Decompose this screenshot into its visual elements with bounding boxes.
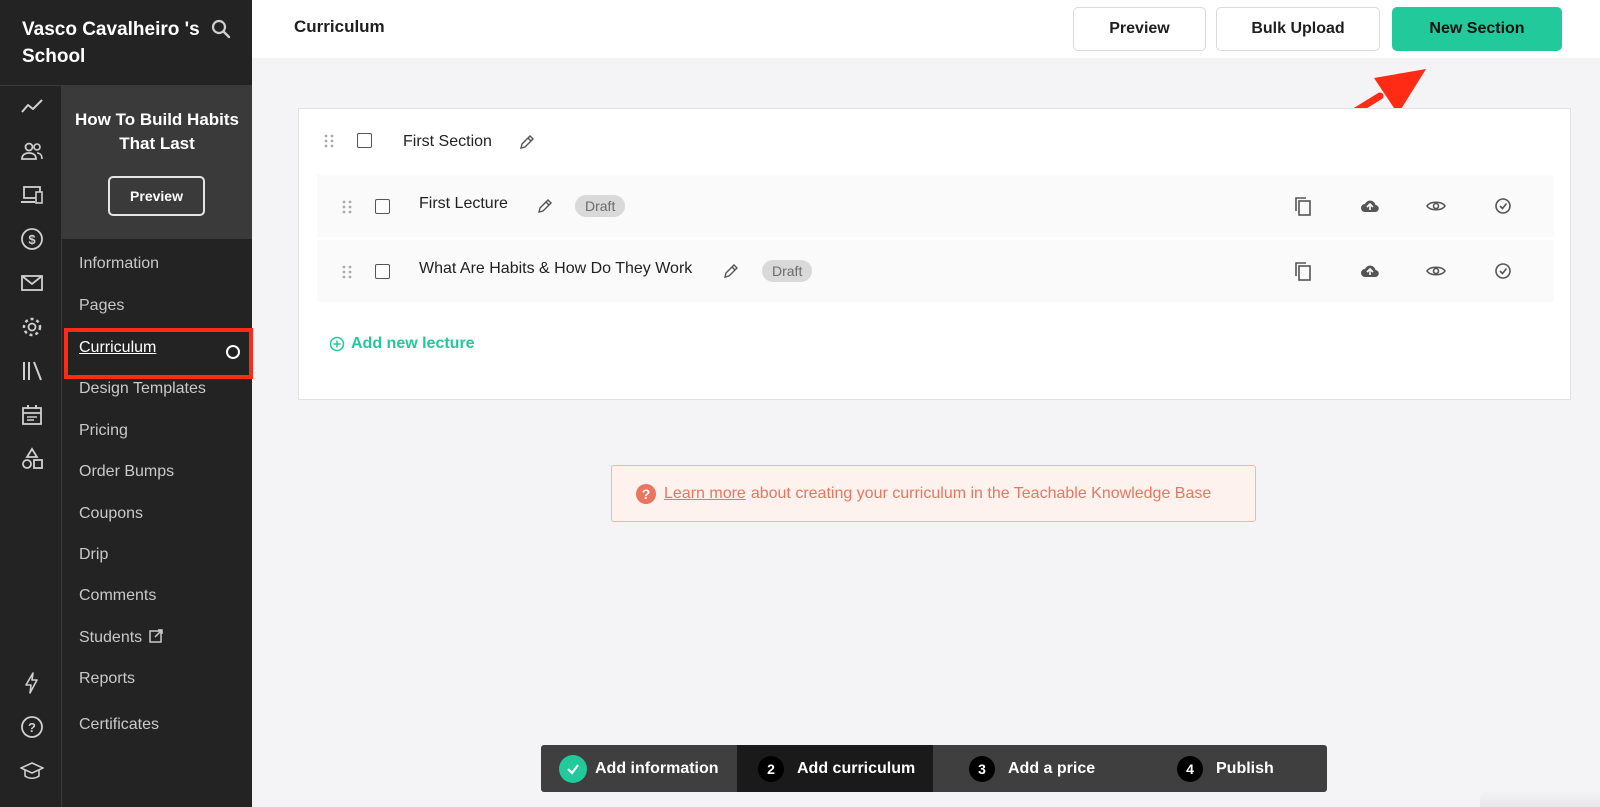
edit-lecture-pencil-icon[interactable] [537, 198, 553, 214]
edit-section-pencil-icon[interactable] [519, 134, 535, 150]
svg-text:?: ? [28, 720, 36, 735]
section-title: First Section [403, 133, 492, 150]
step-add-information[interactable]: Add information [541, 745, 737, 792]
step-number: 3 [969, 755, 995, 782]
nav-item-design-templates[interactable]: Design Templates [79, 378, 206, 400]
curriculum-section-card: First Section First Lecture Draft What A… [298, 108, 1571, 400]
school-name[interactable]: Vasco Cavalheiro 's School [22, 16, 202, 70]
bolt-icon[interactable] [19, 670, 45, 696]
upload-cloud-icon[interactable] [1359, 195, 1381, 217]
upload-cloud-icon[interactable] [1359, 260, 1381, 282]
users-icon[interactable] [19, 138, 45, 164]
nav-item-certificates[interactable]: Certificates [79, 714, 159, 736]
step-label: Add a price [1008, 759, 1096, 777]
trend-icon[interactable] [19, 94, 45, 120]
mail-icon[interactable] [19, 270, 45, 296]
lecture-checkbox[interactable] [375, 264, 390, 279]
school-header: Vasco Cavalheiro 's School [0, 0, 252, 86]
course-nav: Information Pages Curriculum Design Temp… [62, 239, 253, 807]
question-icon: ? [636, 483, 656, 504]
section-checkbox[interactable] [357, 133, 372, 148]
gear-icon[interactable] [19, 314, 45, 340]
search-icon[interactable] [210, 18, 232, 40]
step-number: 4 [1177, 755, 1203, 782]
nav-item-comments[interactable]: Comments [79, 585, 156, 607]
publish-check-icon[interactable] [1492, 260, 1514, 282]
nav-item-curriculum[interactable]: Curriculum [79, 337, 156, 359]
calendar-icon[interactable] [19, 402, 45, 428]
active-indicator-icon [226, 345, 240, 359]
lecture-checkbox[interactable] [375, 199, 390, 214]
lecture-title[interactable]: What Are Habits & How Do They Work [419, 260, 692, 278]
svg-text:?: ? [642, 486, 651, 502]
step-label: Add information [595, 759, 719, 777]
nav-item-students[interactable]: Students [79, 627, 164, 649]
add-new-lecture-button[interactable]: Add new lecture [329, 335, 475, 353]
status-badge: Draft [762, 260, 813, 282]
drag-handle-icon[interactable] [341, 264, 353, 280]
nav-item-order-bumps[interactable]: Order Bumps [79, 461, 174, 483]
bulk-upload-button[interactable]: Bulk Upload [1216, 7, 1380, 51]
nav-item-pages[interactable]: Pages [79, 295, 124, 317]
external-link-icon [149, 629, 163, 643]
status-badge: Draft [575, 195, 626, 217]
course-title: How To Build Habits That Last [74, 110, 239, 153]
learn-more-link[interactable]: Learn more [664, 485, 746, 503]
duplicate-icon[interactable] [1292, 260, 1314, 282]
devices-icon[interactable] [19, 182, 45, 208]
lecture-row[interactable]: First Lecture Draft [317, 175, 1554, 237]
add-new-lecture-label: Add new lecture [351, 335, 475, 352]
setup-stepper: Add information 2 Add curriculum 3 Add a… [541, 745, 1327, 792]
duplicate-icon[interactable] [1292, 195, 1314, 217]
nav-item-information[interactable]: Information [79, 253, 159, 275]
step-add-a-price[interactable]: 3 Add a price [933, 745, 1144, 792]
step-label: Add curriculum [797, 759, 916, 777]
publish-check-icon[interactable] [1492, 195, 1514, 217]
help-icon[interactable]: ? [19, 714, 45, 740]
eye-icon[interactable] [1425, 260, 1447, 282]
help-banner: ? Learn more about creating your curricu… [611, 465, 1256, 522]
help-text: about creating your curriculum in the Te… [750, 484, 1212, 502]
lecture-title[interactable]: First Lecture [419, 195, 508, 213]
course-panel: How To Build Habits That Last Preview [62, 86, 252, 239]
icon-rail: $ ? [0, 86, 62, 807]
corner-widget [1480, 790, 1600, 807]
topbar: Curriculum Preview Bulk Upload New Secti… [252, 0, 1600, 58]
eye-icon[interactable] [1425, 195, 1447, 217]
step-publish[interactable]: 4 Publish [1144, 745, 1327, 792]
step-label: Publish [1216, 759, 1274, 777]
preview-button[interactable]: Preview [1073, 7, 1206, 51]
svg-text:$: $ [28, 232, 36, 247]
drag-handle-icon[interactable] [323, 133, 335, 149]
dollar-icon[interactable]: $ [19, 226, 45, 252]
plus-circle-icon [329, 336, 345, 352]
nav-item-pricing[interactable]: Pricing [79, 420, 128, 442]
step-number: 2 [758, 755, 784, 782]
drag-handle-icon[interactable] [341, 199, 353, 215]
nav-item-reports[interactable]: Reports [79, 668, 135, 690]
page-title: Curriculum [294, 17, 385, 36]
nav-item-coupons[interactable]: Coupons [79, 503, 143, 525]
lecture-row[interactable]: What Are Habits & How Do They Work Draft [317, 240, 1554, 302]
course-preview-button[interactable]: Preview [108, 176, 205, 216]
graduation-icon[interactable] [19, 758, 45, 784]
nav-item-students-label: Students [79, 629, 143, 646]
new-section-button[interactable]: New Section [1392, 7, 1562, 51]
edit-lecture-pencil-icon[interactable] [723, 263, 739, 279]
nav-item-drip[interactable]: Drip [79, 544, 108, 566]
shapes-icon[interactable] [19, 446, 45, 472]
step-add-curriculum[interactable]: 2 Add curriculum [737, 745, 933, 792]
step-complete-check-icon [559, 754, 587, 783]
library-icon[interactable] [19, 358, 45, 384]
